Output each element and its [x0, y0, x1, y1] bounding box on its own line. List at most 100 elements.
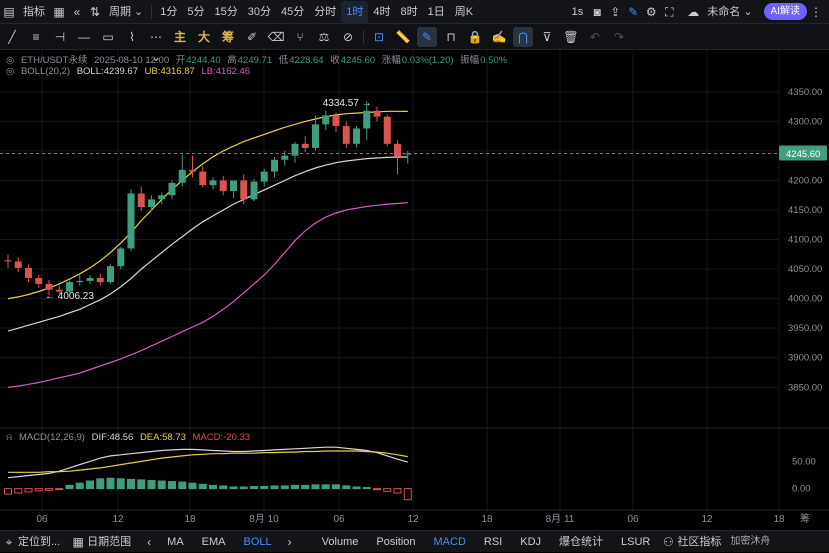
indicator-ema[interactable]: EMA	[193, 531, 235, 553]
tool-large[interactable]: 大	[192, 28, 216, 45]
hline-icon[interactable]: ⊣	[50, 27, 70, 47]
hide-icon[interactable]: ⊘	[338, 27, 358, 47]
trash-icon[interactable]: 🗑	[561, 27, 581, 47]
macd-name: MACD(12,26,9)	[18, 432, 85, 443]
tool-main[interactable]: 主	[168, 28, 192, 45]
sub-indicator-rsi[interactable]: RSI	[475, 531, 511, 553]
parallel-lines-icon[interactable]: ≡	[26, 27, 46, 47]
magnet-mode-icon[interactable]: ⋂	[513, 26, 534, 47]
candle-body	[25, 267, 32, 278]
interval-4h[interactable]: 4时	[368, 1, 395, 23]
time-axis-label: 12	[407, 514, 419, 525]
edit-icon[interactable]: ✍	[489, 27, 509, 47]
bell-icon[interactable]: ⍾	[6, 432, 12, 443]
interval-1w[interactable]: 周K	[450, 1, 478, 23]
sub-indicator-volume[interactable]: Volume	[313, 531, 368, 553]
interval-timeshare[interactable]: 分时	[309, 1, 341, 23]
date-range-icon[interactable]: ▦	[69, 531, 87, 553]
measure-icon[interactable]: ⚖	[314, 27, 334, 47]
indicator-ma[interactable]: MA	[158, 531, 193, 553]
candle-body	[178, 169, 186, 183]
candle-body	[342, 126, 350, 144]
sub-indicator-kdj[interactable]: KDJ	[511, 531, 550, 553]
price-chart[interactable]: 4334.57 →← 4006.234350.004300.004250.004…	[0, 50, 829, 530]
indicator-icon[interactable]: ▤	[0, 1, 18, 23]
tool-chips[interactable]: 筹	[216, 28, 240, 45]
candle-body	[14, 261, 22, 268]
time-axis-chips-label: 筹	[800, 512, 810, 525]
eraser-icon[interactable]: ⌫	[266, 27, 286, 47]
candle-body	[86, 277, 94, 281]
magnet-icon[interactable]: ⊓	[441, 27, 461, 47]
replay-button[interactable]: 1s	[567, 1, 589, 23]
candle-body	[363, 110, 371, 129]
layout-name-label: 未命名	[707, 5, 741, 18]
ai-interpret-button[interactable]: AI解读	[763, 3, 807, 20]
undo-icon[interactable]: ↶	[585, 27, 605, 47]
interval-15m[interactable]: 15分	[210, 1, 243, 23]
interval-5m[interactable]: 5分	[182, 1, 209, 23]
fullscreen-icon[interactable]: ⛶	[660, 1, 678, 23]
eye-icon[interactable]: ◎	[6, 66, 14, 77]
layout-name-menu[interactable]: 未命名 ⌄	[702, 1, 757, 23]
macd-histogram-bar	[178, 481, 187, 490]
interval-1m[interactable]: 1分	[155, 1, 182, 23]
chevron-right-icon[interactable]: ›	[281, 531, 299, 553]
interval-45m[interactable]: 45分	[276, 1, 309, 23]
eye-icon[interactable]: ◎	[6, 55, 14, 66]
sub-indicator-liquidation[interactable]: 爆仓统计	[550, 531, 612, 553]
rewind-icon[interactable]: «	[68, 1, 86, 23]
sub-indicator-position[interactable]: Position	[367, 531, 424, 553]
select-icon[interactable]: ⊡	[369, 27, 389, 47]
locate-to-button[interactable]: 定位到...	[18, 531, 69, 553]
sub-indicator-macd[interactable]: MACD	[425, 531, 475, 553]
date-range-button[interactable]: 日期范围	[87, 531, 140, 553]
indicator-boll[interactable]: BOLL	[235, 531, 281, 553]
chevron-left-icon[interactable]: ‹	[140, 531, 158, 553]
candle-body	[189, 169, 196, 172]
interval-1h[interactable]: 1时	[341, 0, 369, 23]
path-icon[interactable]: ⌇	[122, 27, 142, 47]
fork-icon[interactable]: ⑂	[290, 27, 310, 47]
high-label: 高	[227, 55, 237, 66]
low-value: 4228.64	[289, 55, 324, 66]
trendline-icon[interactable]: ╱	[2, 27, 22, 47]
time-axis-label: 12	[701, 514, 713, 525]
redo-icon[interactable]: ↷	[609, 27, 629, 47]
candle-body	[96, 277, 104, 283]
draw-mode-icon[interactable]: ✎	[417, 26, 438, 47]
more-tools-icon[interactable]: ⋯⌄	[146, 27, 166, 64]
macd-axis-label: 50.00	[792, 456, 816, 467]
macd-histogram-bar	[116, 478, 125, 490]
low-label: 低	[278, 55, 289, 66]
interval-1d[interactable]: 1日	[423, 1, 450, 23]
interval-30m[interactable]: 30分	[243, 1, 276, 23]
brush-icon[interactable]: ✐	[242, 27, 262, 47]
sub-indicator-lsur[interactable]: LSUR	[612, 531, 659, 553]
filter-icon[interactable]: ⊽	[537, 27, 557, 47]
ruler-icon[interactable]: 📏	[393, 27, 413, 47]
horizontal-line-icon[interactable]: —	[74, 27, 94, 47]
cloud-icon[interactable]: ☁	[684, 1, 702, 23]
macd-histogram-bar	[383, 488, 392, 492]
macd-histogram-bar	[352, 486, 361, 490]
locate-icon[interactable]: ⌖	[0, 531, 18, 553]
compare-icon[interactable]: ⇅	[86, 1, 104, 23]
interval-8h[interactable]: 8时	[396, 1, 423, 23]
indicator-menu[interactable]: 指标	[18, 1, 50, 23]
rectangle-icon[interactable]: ▭	[98, 27, 118, 47]
period-menu[interactable]: 周期 ⌄	[104, 1, 148, 23]
more-icon[interactable]: ⋮	[807, 1, 825, 23]
share-icon[interactable]: ⇪	[606, 1, 624, 23]
candle-body	[240, 180, 248, 200]
sub-indicator-community[interactable]: 社区指标	[677, 531, 730, 553]
settings-icon[interactable]: ⚙	[642, 1, 660, 23]
calendar-icon[interactable]: ▦	[50, 1, 68, 23]
candle-body	[250, 181, 258, 200]
draw-pen-icon[interactable]: ✎	[624, 1, 642, 23]
candle-body	[35, 277, 43, 284]
community-icon[interactable]: ⚇	[659, 531, 677, 553]
camera-icon[interactable]: ◙	[588, 1, 606, 23]
lock-icon[interactable]: 🔒	[465, 27, 485, 47]
boll-legend: ◎ BOLL(20,2) BOLL:4239.67 UB:4316.87 LB:…	[6, 66, 254, 77]
